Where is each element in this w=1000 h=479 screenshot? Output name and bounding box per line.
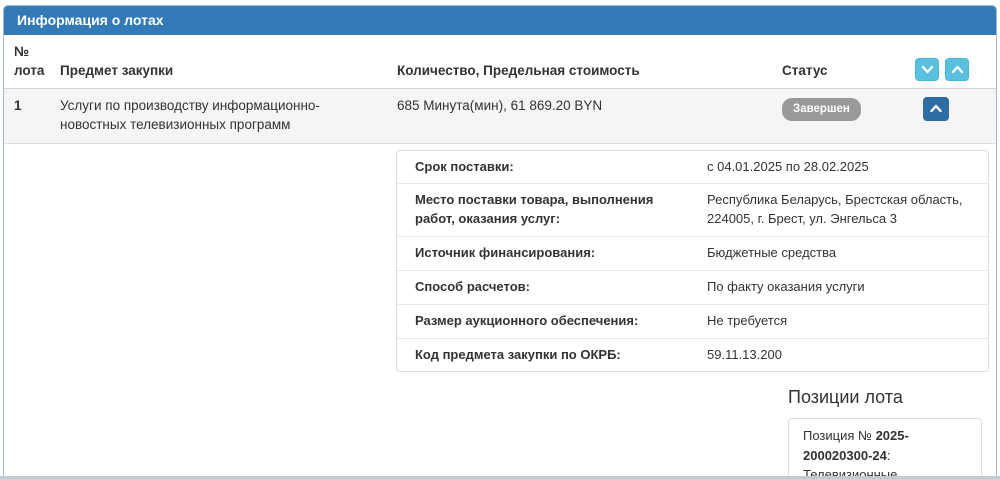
detail-label: Размер аукционного обеспечения: bbox=[415, 312, 639, 328]
position-text: Позиция № bbox=[803, 428, 876, 444]
detail-value: Бюджетные средства bbox=[707, 245, 837, 261]
page: Информация о лотах № лота Предмет закупк… bbox=[0, 0, 1000, 479]
detail-label: Код предмета закупки по ОКРБ: bbox=[415, 346, 621, 362]
lots-panel: Информация о лотах № лота Предмет закупк… bbox=[3, 5, 997, 479]
detail-label: Место поставки товара, выполнения работ,… bbox=[415, 192, 654, 227]
detail-label: Источник финансирования: bbox=[415, 245, 596, 261]
detail-row-payment-method: Способ расчетов: По факту оказания услуг… bbox=[397, 271, 988, 305]
lot-number-cell: 1 bbox=[14, 97, 22, 113]
table-row: 1 Услуги по производству информационно-н… bbox=[4, 88, 996, 144]
table-controls bbox=[915, 57, 997, 81]
chevron-up-icon bbox=[951, 65, 964, 74]
detail-value: По факту оказания услуги bbox=[707, 278, 865, 294]
detail-value: Республика Беларусь, Брестская область, … bbox=[707, 192, 963, 227]
lot-quantity-cost-cell: 685 Минута(мин), 61 869.20 BYN bbox=[397, 97, 603, 113]
lot-details-section: Срок поставки: с 04.01.2025 по 28.02.202… bbox=[4, 144, 996, 479]
lot-table-header: № лота Предмет закупки Количество, Преде… bbox=[4, 35, 996, 89]
detail-row-okrb-code: Код предмета закупки по ОКРБ: 59.11.13.2… bbox=[397, 339, 988, 372]
lot-positions-heading: Позиции лота bbox=[788, 387, 903, 408]
column-header-subject: Предмет закупки bbox=[60, 62, 174, 78]
chevron-up-icon bbox=[929, 104, 943, 113]
panel-header: Информация о лотах bbox=[4, 6, 996, 35]
panel-title: Информация о лотах bbox=[17, 12, 164, 28]
row-controls bbox=[915, 96, 996, 121]
detail-row-delivery-period: Срок поставки: с 04.01.2025 по 28.02.202… bbox=[397, 151, 988, 185]
column-header-status: Статус bbox=[782, 62, 828, 78]
detail-label: Способ расчетов: bbox=[415, 278, 530, 294]
chevron-down-icon bbox=[921, 65, 934, 74]
column-header-quantity-cost: Количество, Предельная стоимость bbox=[397, 62, 640, 78]
lot-status-cell: Завершен bbox=[782, 97, 915, 121]
detail-value: 59.11.13.200 bbox=[707, 346, 782, 362]
column-header-lot-number: № лота bbox=[14, 44, 45, 78]
detail-value: с 04.01.2025 по 28.02.2025 bbox=[707, 158, 869, 174]
detail-label: Срок поставки: bbox=[415, 158, 514, 174]
detail-value: Не требуется bbox=[707, 312, 788, 328]
detail-row-funding-source: Источник финансирования: Бюджетные средс… bbox=[397, 237, 988, 271]
lot-position-item: Позиция № 2025-200020300-24: Телевизионн… bbox=[788, 418, 982, 479]
expand-all-button[interactable] bbox=[915, 57, 939, 81]
collapse-row-button[interactable] bbox=[923, 96, 949, 121]
lot-subject-cell: Услуги по производству информационно-нов… bbox=[60, 97, 320, 132]
detail-row-auction-security: Размер аукционного обеспечения: Не требу… bbox=[397, 305, 988, 339]
status-badge: Завершен bbox=[782, 97, 861, 121]
detail-row-delivery-place: Место поставки товара, выполнения работ,… bbox=[397, 184, 988, 238]
lot-details-table: Срок поставки: с 04.01.2025 по 28.02.202… bbox=[396, 149, 989, 373]
collapse-all-button[interactable] bbox=[945, 57, 969, 81]
